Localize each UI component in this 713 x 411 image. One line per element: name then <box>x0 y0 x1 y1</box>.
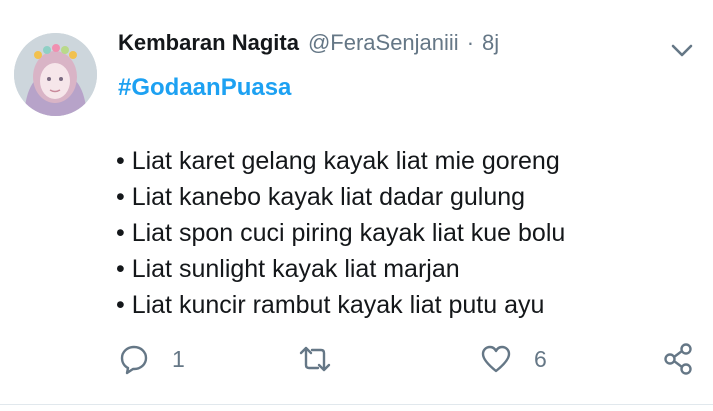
tweet-line: • Liat spon cuci piring kayak liat kue b… <box>116 219 566 247</box>
share-icon <box>664 343 692 375</box>
share-button[interactable] <box>662 335 696 383</box>
tweet-menu-button[interactable] <box>668 36 696 64</box>
retweet-button[interactable] <box>297 335 355 383</box>
reply-icon <box>120 345 148 375</box>
avatar[interactable] <box>14 33 97 116</box>
tweet-actions: 1 6 <box>0 335 713 383</box>
like-button[interactable]: 6 <box>480 335 547 383</box>
tweet-card[interactable]: Kembaran Nagita @FeraSenjaniii · 8j #God… <box>0 0 713 411</box>
author-name[interactable]: Kembaran Nagita <box>118 30 299 56</box>
divider <box>0 404 713 405</box>
tweet-line: • Liat karet gelang kayak liat mie goren… <box>116 147 560 175</box>
hashtag-link[interactable]: #GodaanPuasa <box>118 74 291 102</box>
avatar-image <box>14 33 97 116</box>
reply-count: 1 <box>172 345 185 372</box>
tweet-line: • Liat sunlight kayak liat marjan <box>116 255 460 283</box>
tweet-header: Kembaran Nagita @FeraSenjaniii · 8j <box>118 30 678 70</box>
tweet-line: • Liat kanebo kayak liat dadar gulung <box>116 183 526 211</box>
author-handle[interactable]: @FeraSenjaniii <box>308 30 459 56</box>
tweet-text: • Liat karet gelang kayak liat mie goren… <box>116 143 565 323</box>
retweet-icon <box>299 346 331 372</box>
reply-button[interactable]: 1 <box>118 335 185 383</box>
separator-dot: · <box>466 30 475 55</box>
heart-icon <box>481 345 511 373</box>
like-count: 6 <box>534 345 547 372</box>
timestamp[interactable]: 8j <box>482 30 499 56</box>
tweet-line: • Liat kuncir rambut kayak liat putu ayu <box>116 291 545 319</box>
chevron-down-icon <box>671 44 693 57</box>
